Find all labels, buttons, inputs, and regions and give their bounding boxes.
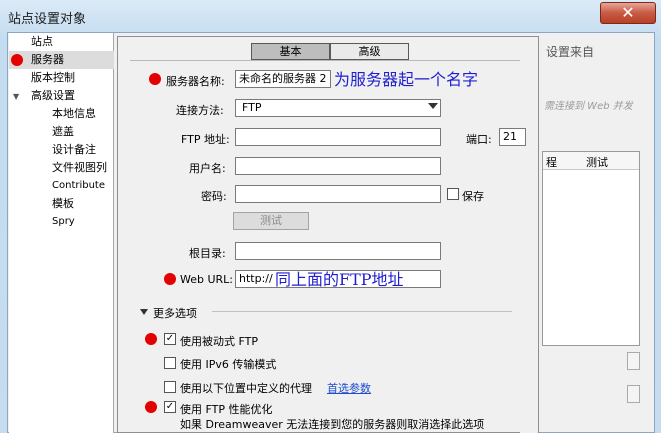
- tab-label: 基本: [279, 45, 302, 58]
- web-url-annotation: 同上面的FTP地址: [275, 270, 404, 289]
- connect-method-select[interactable]: FTP: [235, 99, 441, 117]
- checkmark-icon: ✓: [165, 401, 175, 412]
- test-button[interactable]: 测试: [233, 212, 309, 230]
- chevron-down-icon: [428, 103, 438, 109]
- passive-ftp-label: 使用被动式 FTP: [180, 335, 258, 348]
- sidebar-item-contribute[interactable]: Contribute: [52, 177, 105, 195]
- column-header: 程: [546, 156, 557, 169]
- sidebar-item-label: 服务器: [31, 53, 64, 66]
- sidebar-item-label: 设计备注: [52, 143, 96, 156]
- preferences-link[interactable]: 首选参数: [327, 380, 371, 396]
- scrollbar[interactable]: [520, 310, 538, 433]
- checkmark-icon: ✓: [165, 333, 175, 344]
- ipv6-label: 使用 IPv6 传输模式: [180, 358, 277, 371]
- expand-arrow-icon[interactable]: [140, 309, 148, 315]
- server-name-label: 服务器名称:: [166, 75, 225, 88]
- sidebar-item-label: 本地信息: [52, 107, 96, 120]
- sidebar-item-site[interactable]: 站点: [31, 33, 53, 51]
- ftp-address-input[interactable]: [235, 128, 441, 146]
- panel-button[interactable]: [627, 352, 640, 370]
- sidebar-item-label: 版本控制: [31, 71, 75, 84]
- sidebar-item-servers[interactable]: 服务器: [9, 51, 114, 69]
- window-title: 站点设置对象: [8, 12, 87, 27]
- ftp-address-label: FTP 地址:: [181, 133, 230, 146]
- more-options-label[interactable]: 更多选项: [153, 305, 197, 321]
- port-input[interactable]: 21: [499, 128, 526, 146]
- annotation-marker-icon: [11, 54, 23, 66]
- sidebar-item-design-notes[interactable]: 设计备注: [52, 141, 96, 159]
- save-label: 保存: [462, 190, 484, 203]
- table-header: 程 测试: [543, 152, 639, 170]
- tab-label: 高级: [358, 45, 381, 58]
- connect-method-label: 连接方法:: [176, 104, 224, 117]
- site-setup-window: 站点设置对象 ✕ 站点 服务器 版本控制 ▼ 高级设置 本地信息 遮盖 设计备注 …: [0, 0, 661, 433]
- sidebar-item-label: 高级设置: [31, 89, 75, 102]
- sidebar-item-file-view-columns[interactable]: 文件视图列: [52, 159, 107, 177]
- sidebar-item-advanced[interactable]: ▼ 高级设置: [13, 87, 75, 105]
- expand-arrow-icon[interactable]: ▼: [13, 88, 31, 106]
- root-directory-input[interactable]: [235, 242, 441, 260]
- sidebar-item-cloaking[interactable]: 遮盖: [52, 123, 74, 141]
- server-name-annotation: 为服务器起一个名字: [334, 70, 479, 89]
- sidebar-item-label: Contribute: [52, 180, 106, 191]
- section-divider: [212, 311, 512, 312]
- sidebar-item-label: 文件视图列: [52, 161, 107, 174]
- sidebar-item-label: 遮盖: [52, 125, 74, 138]
- sidebar-item-label: 站点: [31, 35, 53, 48]
- close-icon: ✕: [621, 3, 635, 22]
- annotation-marker-icon: [164, 273, 176, 285]
- sidebar-item-local-info[interactable]: 本地信息: [52, 105, 96, 123]
- sidebar-item-label: Spry: [52, 216, 75, 227]
- tab-divider: [130, 60, 520, 61]
- tab-basic[interactable]: 基本: [251, 43, 330, 60]
- column-header: 测试: [586, 156, 608, 169]
- ipv6-checkbox[interactable]: [164, 357, 176, 369]
- ftp-optimization-checkbox[interactable]: ✓: [164, 401, 176, 413]
- proxy-label: 使用以下位置中定义的代理: [180, 382, 312, 395]
- root-directory-label: 根目录:: [189, 247, 226, 260]
- password-label: 密码:: [201, 190, 227, 203]
- background-panel-text: 设置来自: [546, 45, 595, 59]
- ftp-optimization-label: 使用 FTP 性能优化: [180, 403, 273, 416]
- panel-button[interactable]: [627, 385, 640, 403]
- sidebar-nav: 站点 服务器 版本控制 ▼ 高级设置 本地信息 遮盖 设计备注 文件视图列 Con…: [9, 33, 114, 433]
- title-bar: 站点设置对象 ✕: [0, 0, 661, 32]
- tab-advanced[interactable]: 高级: [330, 43, 409, 60]
- sidebar-item-spry[interactable]: Spry: [52, 213, 75, 231]
- save-checkbox[interactable]: [447, 188, 459, 200]
- port-label: 端口:: [466, 133, 492, 146]
- annotation-marker-icon: [145, 333, 157, 345]
- web-url-label: Web URL:: [180, 273, 234, 286]
- server-settings-dialog: [117, 36, 539, 433]
- annotation-marker-icon: [145, 401, 157, 413]
- ftp-optimization-note: 如果 Dreamweaver 无法连接到您的服务器则取消选择此选项: [180, 418, 485, 431]
- background-server-table: 程 测试: [542, 151, 640, 346]
- select-value: FTP: [242, 101, 262, 114]
- password-input[interactable]: [235, 185, 441, 203]
- annotation-marker-icon: [149, 73, 161, 85]
- sidebar-item-label: 模板: [52, 197, 74, 210]
- passive-ftp-checkbox[interactable]: ✓: [164, 333, 176, 345]
- sidebar-item-templates[interactable]: 模板: [52, 195, 74, 213]
- username-label: 用户名:: [189, 162, 226, 175]
- close-button[interactable]: ✕: [600, 2, 656, 24]
- server-name-input[interactable]: 未命名的服务器 2: [235, 70, 331, 88]
- username-input[interactable]: [235, 157, 441, 175]
- background-panel-note: 需连接到 Web 并发: [544, 101, 633, 112]
- sidebar-item-version-control[interactable]: 版本控制: [31, 69, 75, 87]
- proxy-checkbox[interactable]: [164, 381, 176, 393]
